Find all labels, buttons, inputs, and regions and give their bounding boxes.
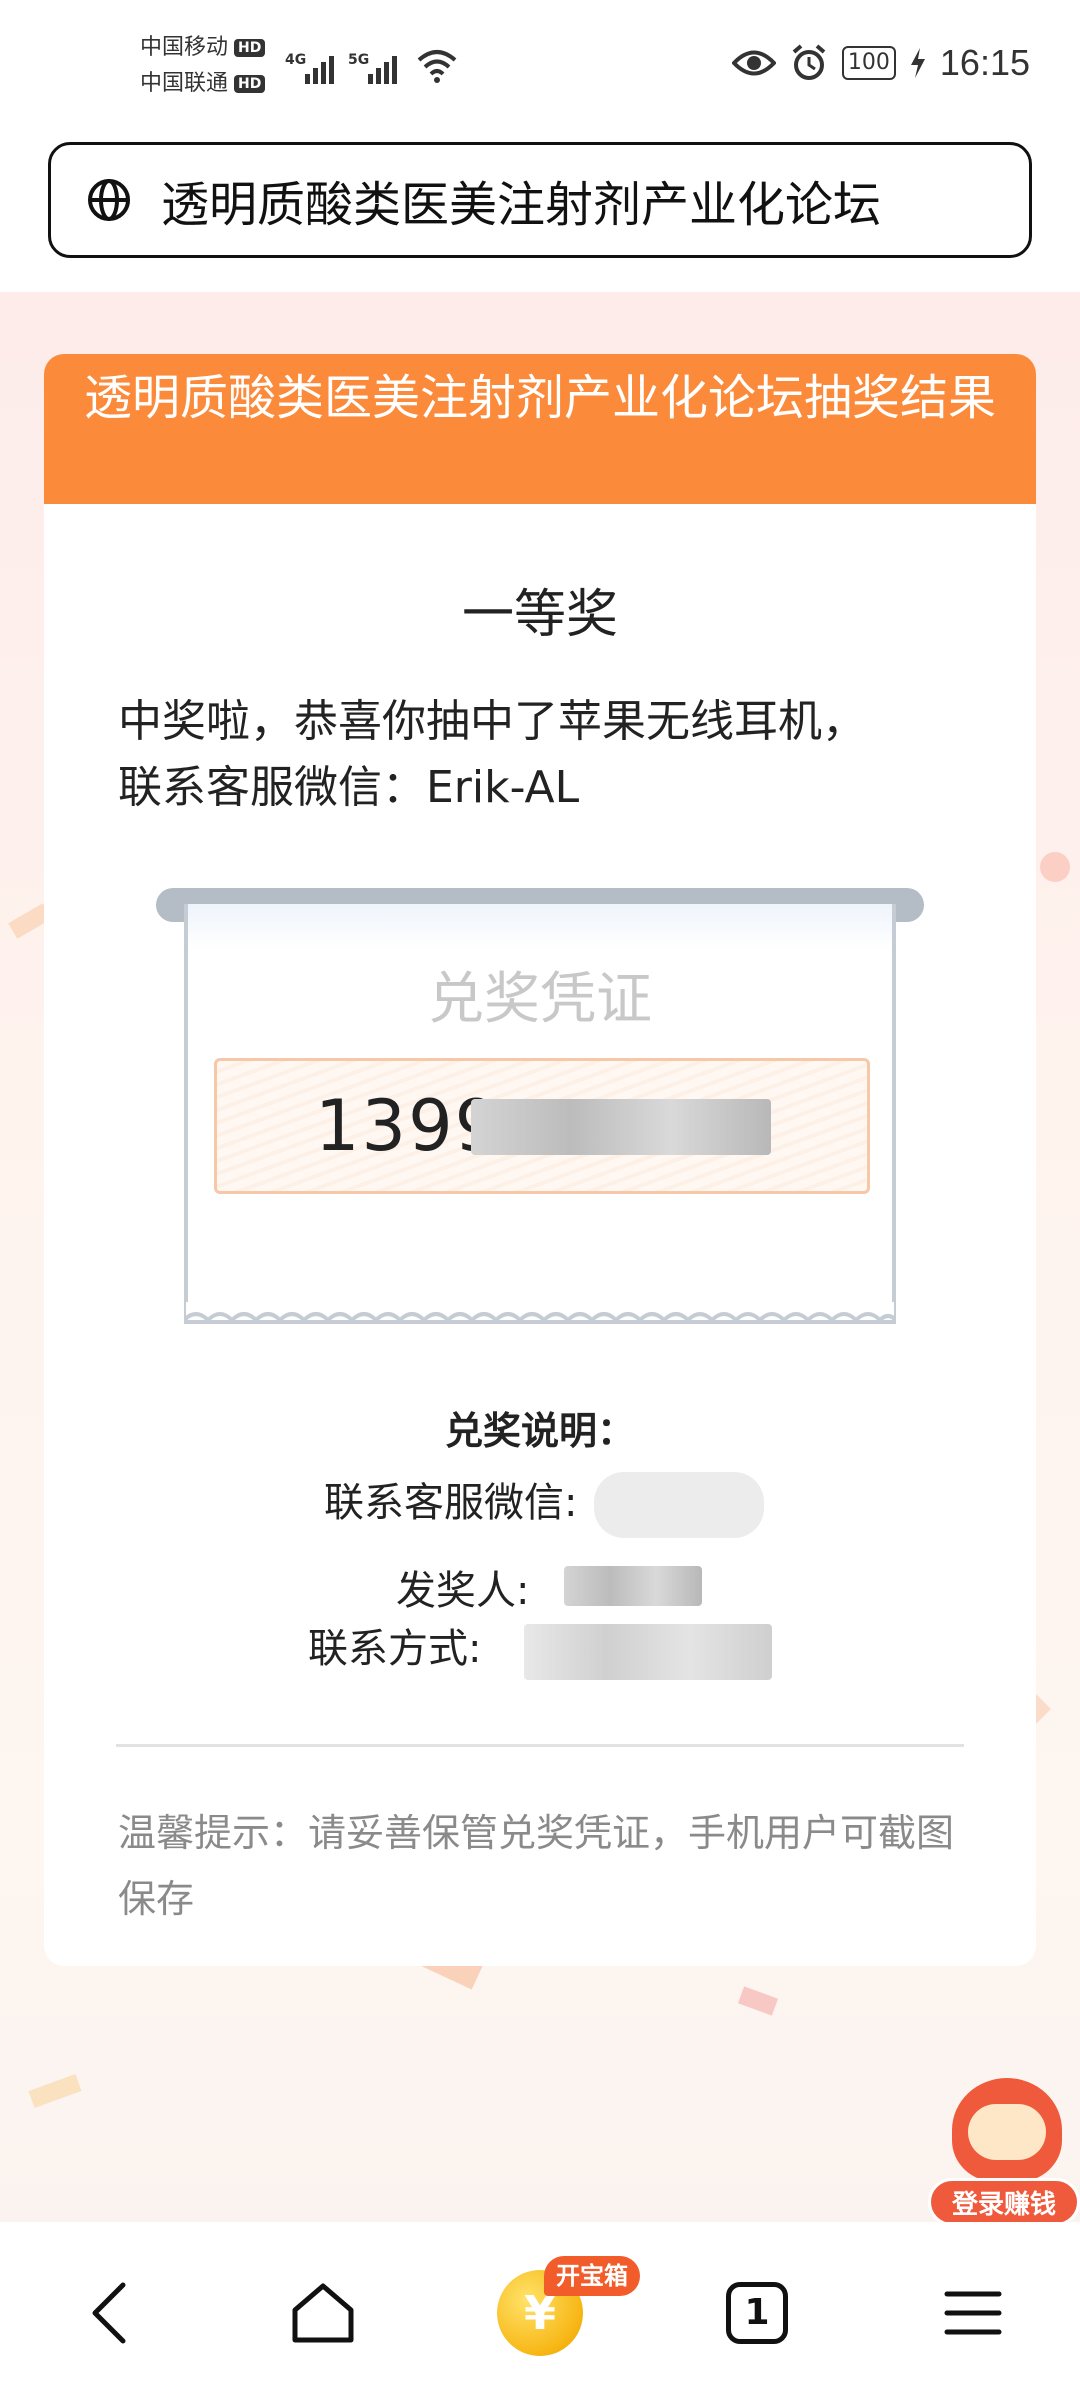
page-address-title: 透明质酸类医美注射剂产业化论坛	[161, 177, 882, 233]
back-button[interactable]	[64, 2268, 154, 2358]
contact-label: 联系方式:	[308, 1626, 482, 1672]
signal-5g-icon: 5G	[348, 52, 397, 84]
tip-text: 温馨提示：请妥善保管兑奖凭证，手机用户可截图保存	[118, 1811, 955, 1921]
carrier-1-label: 中国移动	[140, 35, 229, 60]
winning-message: 中奖啦，恭喜你抽中了苹果无线耳机， 联系客服微信：Erik-AL	[118, 689, 978, 821]
wechat-redaction	[594, 1472, 764, 1538]
network-5g-label: 5G	[348, 52, 370, 68]
prize-level: 一等奖	[461, 585, 618, 645]
charging-icon	[910, 48, 925, 78]
redemption-ticket: 兑奖凭证 1399	[156, 888, 924, 1348]
mascot-icon	[952, 2078, 1062, 2182]
signal-4g-icon: 4G	[285, 52, 334, 84]
menu-icon	[944, 2291, 1002, 2335]
clock: 16:15	[939, 42, 1030, 83]
eye-icon	[731, 50, 776, 76]
ticket-body: 兑奖凭证 1399	[184, 904, 896, 1324]
signal-indicators: 4G 5G	[285, 40, 457, 84]
treasure-tag: 开宝箱	[544, 2256, 640, 2296]
ticket-serrated-edge	[184, 1302, 896, 1323]
lottery-result-card: 透明质酸类医美注射剂产业化论坛抽奖结果 一等奖 中奖啦，恭喜你抽中了苹果无线耳机…	[44, 354, 1036, 1966]
back-arrow-icon	[92, 2282, 126, 2344]
home-icon	[292, 2283, 354, 2343]
wechat-label: 联系客服微信:	[324, 1480, 578, 1526]
wifi-icon	[417, 50, 457, 83]
contact-redaction	[524, 1624, 772, 1680]
battery-level: 100	[841, 46, 896, 80]
code-redaction	[471, 1099, 771, 1155]
menu-button[interactable]	[928, 2268, 1018, 2358]
tab-count: 1	[726, 2282, 788, 2344]
carrier-info: 中国移动 HD 中国联通 HD	[140, 30, 266, 102]
globe-icon	[88, 179, 130, 221]
issuer-label: 发奖人:	[396, 1568, 530, 1614]
message-line-1: 中奖啦，恭喜你抽中了苹果无线耳机，	[118, 696, 866, 747]
alarm-icon	[792, 44, 826, 80]
card-header-title: 透明质酸类医美注射剂产业化论坛抽奖结果	[44, 354, 1036, 504]
status-right-group: 100 16:15	[731, 42, 1030, 84]
hd-badge: HD	[234, 39, 266, 57]
hd-badge: HD	[234, 75, 266, 93]
message-line-2: 联系客服微信：Erik-AL	[118, 762, 580, 813]
bottom-navigation: ¥ 开宝箱 1	[0, 2222, 1080, 2400]
issuer-redaction	[564, 1566, 702, 1606]
carrier-2-label: 中国联通	[140, 71, 229, 96]
treasure-box-button[interactable]: ¥ 开宝箱	[490, 2256, 640, 2358]
address-bar[interactable]: 透明质酸类医美注射剂产业化论坛	[48, 142, 1032, 258]
divider	[116, 1744, 964, 1747]
ticket-title: 兑奖凭证	[428, 967, 652, 1032]
redemption-code-box: 1399	[214, 1058, 870, 1194]
home-button[interactable]	[278, 2268, 368, 2358]
status-bar: 中国移动 HD 中国联通 HD 4G 5G 100 16:15	[0, 0, 1080, 130]
redeem-instructions-title: 兑奖说明：	[444, 1409, 635, 1453]
network-4g-label: 4G	[285, 52, 307, 68]
tabs-button[interactable]: 1	[712, 2268, 802, 2358]
login-earn-badge[interactable]: 登录赚钱	[928, 2078, 1080, 2228]
login-earn-label: 登录赚钱	[928, 2178, 1080, 2226]
